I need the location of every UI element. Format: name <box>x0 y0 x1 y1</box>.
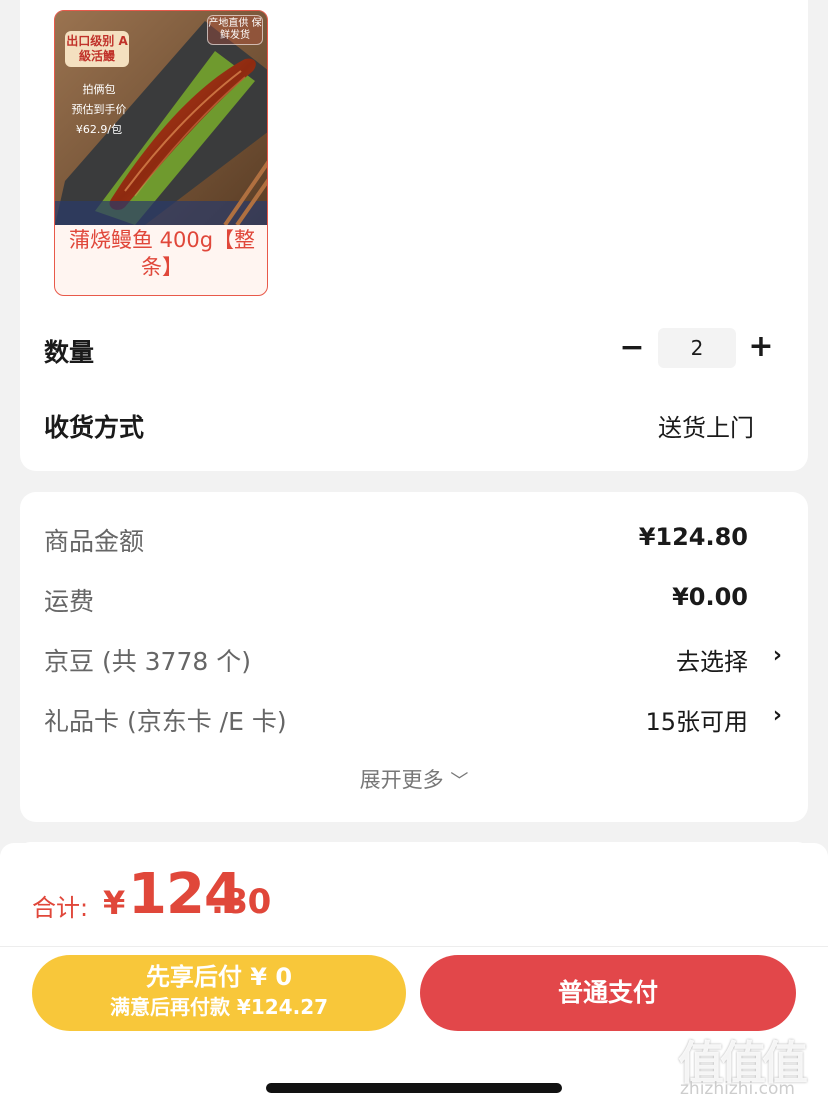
promo-price-line: ¥62.9/包 <box>75 123 123 136</box>
product-name: 蒲烧鳗鱼 400g【整条】 <box>68 228 256 279</box>
chevron-right-icon[interactable]: › <box>773 643 782 668</box>
quantity-label: 数量 <box>44 338 95 367</box>
product-image: 出口级别 A級活鰻 拍俩包 预估到手价 ¥62.9/包 产地直供 保鲜发货 <box>55 11 267 225</box>
home-indicator <box>266 1083 562 1093</box>
watermark-site: zhizhizhi.com <box>680 1079 795 1099</box>
goods-amount-value: ¥124.80 <box>638 523 748 551</box>
price-breakdown-card: 商品金额 ¥124.80 运费 ¥0.00 京豆 (共 3778 个) 去选择 … <box>20 492 808 822</box>
delivery-method-value[interactable]: 送货上门 <box>658 408 754 443</box>
total-currency: ¥ <box>103 884 126 922</box>
promo-line: 预估到手价 <box>71 103 127 116</box>
shipping-value: ¥0.00 <box>672 583 748 611</box>
delivery-method-label: 收货方式 <box>44 413 145 442</box>
export-grade-badge: 出口级别 A級活鰻 <box>65 31 129 67</box>
total-label: 合计: <box>32 894 89 922</box>
goods-amount-label: 商品金额 <box>44 527 145 556</box>
quantity-decrease-button[interactable]: − <box>617 333 647 363</box>
jingdou-select-link[interactable]: 去选择 <box>676 642 748 677</box>
chevron-right-icon[interactable]: › <box>773 703 782 728</box>
pay-later-title: 先享后付 ¥ 0 <box>145 963 293 991</box>
total-amount-decimal: .80 <box>211 882 272 922</box>
divider <box>0 946 828 947</box>
chevron-down-icon: ﹀ <box>450 771 469 792</box>
giftcard-label: 礼品卡 (京东卡 /E 卡) <box>44 707 287 736</box>
expand-more-label: 展开更多 <box>359 768 444 792</box>
pay-later-subtitle: 满意后再付款 ¥124.27 <box>109 995 329 1019</box>
expand-more-button[interactable]: 展开更多 ﹀ <box>20 764 808 794</box>
product-tile[interactable]: 出口级别 A級活鰻 拍俩包 预估到手价 ¥62.9/包 产地直供 保鲜发货 蒲烧… <box>54 10 268 296</box>
normal-pay-button[interactable]: 普通支付 <box>420 955 796 1031</box>
giftcard-available[interactable]: 15张可用 <box>645 702 748 737</box>
origin-tag: 产地直供 保鲜发货 <box>207 15 263 45</box>
pay-later-button[interactable]: 先享后付 ¥ 0 满意后再付款 ¥124.27 <box>32 955 406 1031</box>
quantity-increase-button[interactable]: + <box>746 332 776 362</box>
jingdou-label: 京豆 (共 3778 个) <box>44 647 251 676</box>
quantity-input[interactable]: 2 <box>658 328 736 368</box>
order-item-card: 出口级别 A級活鰻 拍俩包 预估到手价 ¥62.9/包 产地直供 保鲜发货 蒲烧… <box>20 0 808 471</box>
promo-line: 拍俩包 <box>82 83 116 96</box>
shipping-label: 运费 <box>44 587 95 616</box>
